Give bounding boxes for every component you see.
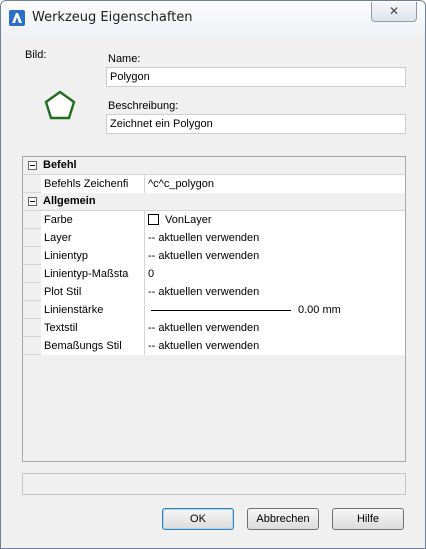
property-value[interactable]: ^c^c_polygon	[145, 175, 405, 193]
color-swatch-icon	[148, 214, 159, 225]
property-value[interactable]: -- aktuellen verwenden	[145, 319, 405, 337]
property-name: Bemaßungs Stil	[41, 337, 145, 355]
property-name: Textstil	[41, 319, 145, 337]
property-value: VonLayer	[165, 214, 212, 226]
title-bar: Werkzeug Eigenschaften ✕	[1, 1, 425, 35]
category-label: Befehl	[43, 159, 77, 171]
category-label: Allgemein	[43, 195, 96, 207]
property-value: 0.00 mm	[298, 304, 341, 316]
property-value[interactable]: -- aktuellen verwenden	[145, 229, 405, 247]
color-value[interactable]: VonLayer	[145, 211, 405, 229]
property-row[interactable]: Linientyp -- aktuellen verwenden	[23, 247, 405, 265]
name-input[interactable]: Polygon	[106, 67, 406, 87]
property-name: Linienstärke	[41, 301, 145, 319]
property-name: Befehls Zeichenfi	[41, 175, 145, 193]
property-value[interactable]: 0	[145, 265, 405, 283]
close-icon: ✕	[389, 4, 400, 18]
property-row[interactable]: Plot Stil -- aktuellen verwenden	[23, 283, 405, 301]
window-title: Werkzeug Eigenschaften	[32, 10, 193, 25]
property-row[interactable]: Befehls Zeichenfi ^c^c_polygon	[23, 175, 405, 193]
property-row[interactable]: Linientyp-Maßsta 0	[23, 265, 405, 283]
property-name: Layer	[41, 229, 145, 247]
property-value[interactable]: -- aktuellen verwenden	[145, 247, 405, 265]
property-value[interactable]: -- aktuellen verwenden	[145, 283, 405, 301]
property-value[interactable]: -- aktuellen verwenden	[145, 337, 405, 355]
name-label: Name:	[108, 53, 141, 65]
help-button[interactable]: Hilfe	[332, 508, 404, 530]
lineweight-value[interactable]: 0.00 mm	[145, 301, 405, 319]
description-input[interactable]: Zeichnet ein Polygon	[106, 114, 406, 134]
tool-properties-dialog: Werkzeug Eigenschaften ✕ Bild: Name: Pol…	[0, 0, 426, 549]
app-logo-icon	[9, 10, 25, 26]
collapse-icon[interactable]	[28, 197, 37, 206]
property-row[interactable]: Layer -- aktuellen verwenden	[23, 229, 405, 247]
property-name: Linientyp-Maßsta	[41, 265, 145, 283]
category-befehl[interactable]: Befehl	[23, 157, 405, 175]
property-row[interactable]: Farbe VonLayer	[23, 211, 405, 229]
pentagon-icon	[43, 89, 77, 121]
cancel-button[interactable]: Abbrechen	[247, 508, 319, 530]
property-name: Plot Stil	[41, 283, 145, 301]
ok-button[interactable]: OK	[162, 508, 234, 530]
property-row[interactable]: Bemaßungs Stil -- aktuellen verwenden	[23, 337, 405, 355]
description-label: Beschreibung:	[108, 100, 179, 112]
lineweight-preview	[151, 310, 291, 311]
property-row[interactable]: Linienstärke 0.00 mm	[23, 301, 405, 319]
status-bar	[22, 473, 406, 495]
property-name: Linientyp	[41, 247, 145, 265]
close-button[interactable]: ✕	[371, 2, 417, 22]
property-row[interactable]: Textstil -- aktuellen verwenden	[23, 319, 405, 337]
property-name: Farbe	[41, 211, 145, 229]
image-label: Bild:	[25, 49, 47, 61]
category-allgemein[interactable]: Allgemein	[23, 193, 405, 211]
properties-grid: Befehl Befehls Zeichenfi ^c^c_polygon Al…	[22, 156, 406, 462]
collapse-icon[interactable]	[28, 161, 37, 170]
